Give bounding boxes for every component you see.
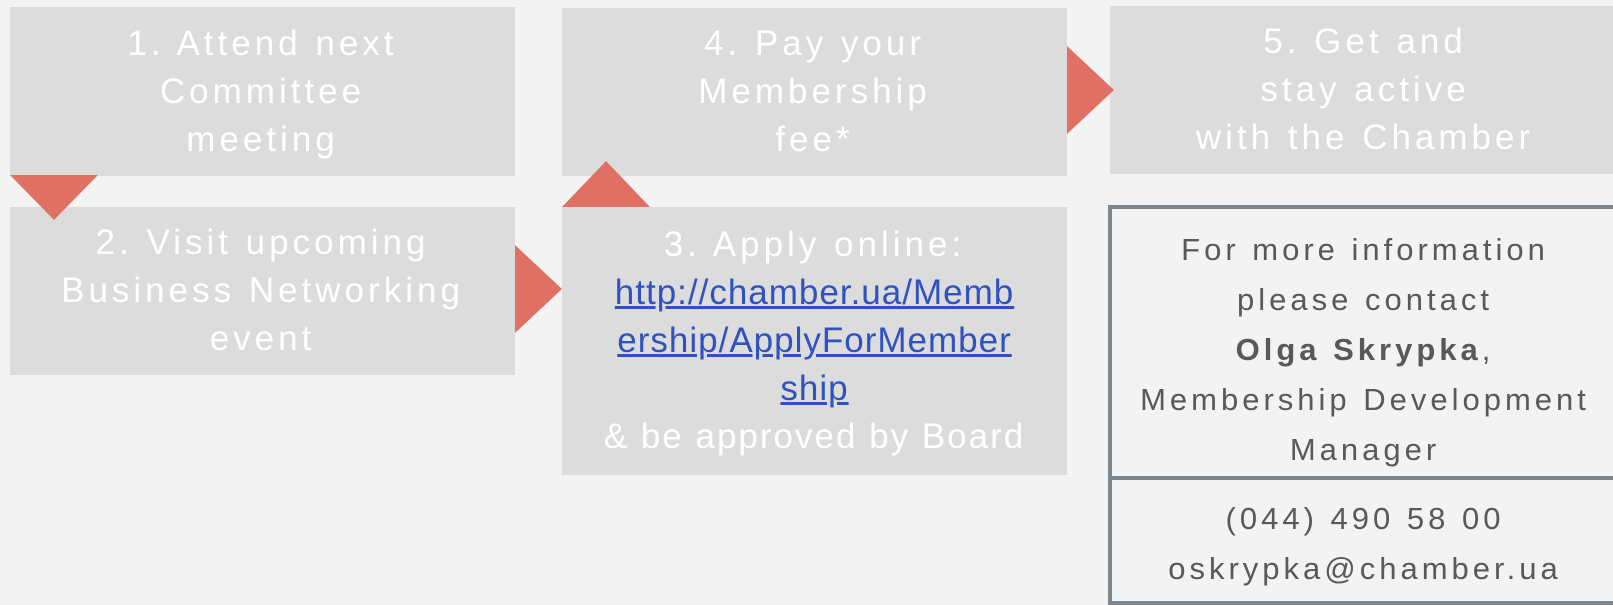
right-arrow-icon: [515, 245, 562, 333]
contact-role-2: Manager: [1289, 432, 1441, 467]
step-5-box: 5. Get and stay active with the Chamber: [1110, 6, 1613, 174]
step-3-after: & be approved by Board: [603, 417, 1026, 456]
contact-line-2: please contact: [1237, 282, 1493, 317]
step-4-line-2: Membership: [698, 72, 931, 111]
apply-link-line-1[interactable]: http://chamber.ua/Memb: [615, 269, 1014, 317]
up-arrow-icon: [562, 161, 650, 207]
step-5-line-1: 5. Get and: [1263, 22, 1467, 61]
contact-details: (044) 490 58 00 oskrypka@chamber.ua: [1112, 480, 1613, 594]
step-5-line-3: with the Chamber: [1195, 118, 1535, 157]
contact-box: For more information please contact Olga…: [1108, 205, 1613, 605]
right-arrow-icon-2: [1067, 46, 1114, 134]
step-2-box: 2. Visit upcoming Business Networking ev…: [10, 207, 515, 375]
contact-name: Olga Skrypka: [1235, 332, 1482, 367]
step-1-box: 1. Attend next Committee meeting: [10, 7, 515, 176]
step-1-line-1: 1. Attend next: [127, 23, 398, 63]
step-2-line-2: Business Networking: [61, 271, 464, 310]
step-4-line-1: 4. Pay your: [703, 24, 926, 63]
step-3-title: 3. Apply online:: [663, 225, 966, 264]
contact-line-1: For more information: [1181, 232, 1549, 267]
step-2-line-1: 2. Visit upcoming: [95, 223, 430, 262]
contact-email[interactable]: oskrypka@chamber.ua: [1112, 544, 1613, 594]
step-1-line-2: Committee: [159, 71, 366, 111]
step-4-box: 4. Pay your Membership fee*: [562, 8, 1067, 176]
apply-link-line-3[interactable]: ship: [780, 365, 848, 413]
step-2-line-3: event: [209, 319, 316, 358]
contact-name-suffix: ,: [1481, 332, 1495, 367]
contact-role-1: Membership Development: [1140, 382, 1590, 417]
step-3-box: 3. Apply online: http://chamber.ua/Memb …: [562, 207, 1067, 475]
contact-phone[interactable]: (044) 490 58 00: [1112, 494, 1613, 544]
down-arrow-icon: [10, 175, 98, 220]
contact-info: For more information please contact Olga…: [1112, 209, 1613, 480]
step-4-line-3: fee*: [775, 120, 854, 159]
step-1-line-3: meeting: [186, 119, 339, 159]
contact-name-line: Olga Skrypka,: [1112, 325, 1613, 375]
step-5-line-2: stay active: [1260, 70, 1470, 109]
apply-link-line-2[interactable]: ership/ApplyForMember: [617, 317, 1011, 365]
